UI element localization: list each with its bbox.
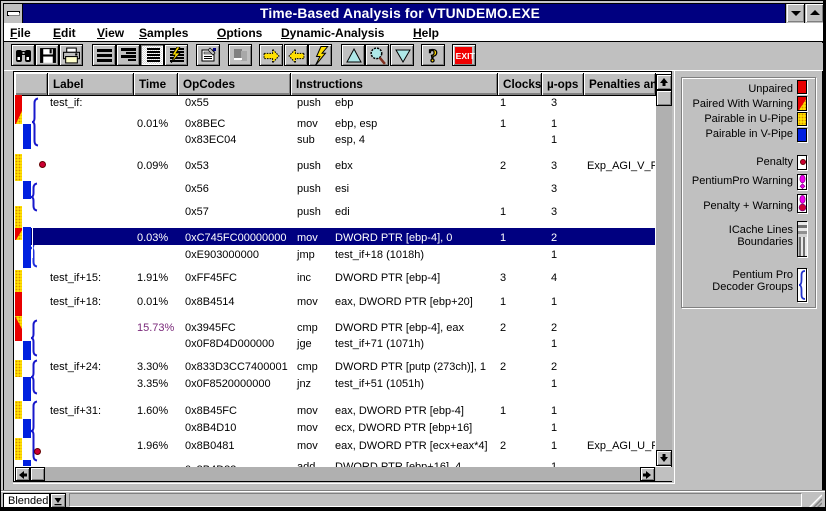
- svg-text:?: ?: [428, 47, 438, 65]
- svg-text:EXIT: EXIT: [456, 51, 475, 61]
